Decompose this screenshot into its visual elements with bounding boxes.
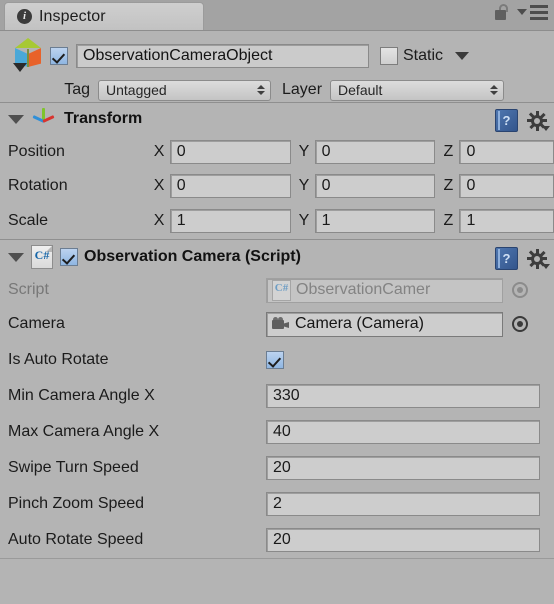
camera-object-field[interactable]: Camera (Camera) (266, 311, 503, 337)
rotation-x-input[interactable]: 0 (169, 174, 291, 198)
tag-value: Untagged (106, 82, 167, 98)
help-book-icon[interactable]: ? (495, 247, 518, 270)
position-x-input[interactable]: 0 (169, 140, 291, 164)
scale-z-input[interactable]: 1 (459, 209, 554, 233)
min-camera-angle-x-label: Min Camera Angle X (8, 387, 155, 404)
scale-x-input[interactable]: 1 (169, 209, 291, 233)
camera-value: Camera (Camera) (295, 315, 424, 332)
swipe-turn-speed-input[interactable]: 20 (266, 456, 540, 480)
scale-z-axis-label: Z (443, 212, 454, 229)
pinch-zoom-speed-input[interactable]: 2 (266, 492, 540, 516)
tab-inspector[interactable]: i Inspector (4, 2, 204, 30)
transform-foldout-arrow-icon[interactable] (8, 114, 24, 124)
property-row-pinch-zoom-speed: Pinch Zoom Speed 2 (0, 486, 554, 522)
pinch-zoom-speed-label: Pinch Zoom Speed (8, 495, 145, 512)
scale-x-axis-label: X (153, 212, 165, 229)
rotation-label: Rotation (8, 177, 68, 194)
camera-label: Camera (8, 315, 65, 332)
script-object-field: C# ObservationCamer (266, 277, 503, 303)
transform-header-tools: ? (495, 109, 550, 132)
position-y-axis-label: Y (298, 143, 310, 160)
position-z-input[interactable]: 0 (459, 140, 554, 164)
script-object-picker-icon (512, 282, 528, 298)
min-camera-angle-x-input[interactable]: 330 (266, 384, 540, 408)
csharp-script-icon: C# (31, 245, 53, 269)
help-book-icon[interactable]: ? (495, 109, 518, 132)
transform-position-row: Position X 0 Y 0 Z 0 (0, 135, 554, 169)
info-circle-icon: i (17, 9, 32, 24)
rotation-y-input[interactable]: 0 (314, 174, 436, 198)
gameobject-name-row: ObservationCameraObject Static (0, 37, 554, 75)
gameobject-header: ObservationCameraObject Static Tag Untag… (0, 31, 554, 103)
layer-updown-arrow-icon (490, 85, 499, 95)
is-auto-rotate-checkbox[interactable] (266, 351, 284, 369)
rotation-z-axis-label: Z (443, 177, 454, 194)
auto-rotate-speed-input[interactable]: 20 (266, 528, 540, 552)
tab-bar-tools (495, 4, 548, 20)
observation-camera-foldout-arrow-icon[interactable] (8, 252, 24, 262)
camera-object-picker-icon[interactable] (512, 316, 528, 332)
observation-camera-header[interactable]: C# Observation Camera (Script) ? (0, 240, 554, 274)
unlocked-padlock-icon[interactable] (495, 4, 510, 20)
property-row-min-camera-angle-x: Min Camera Angle X 330 (0, 378, 554, 414)
transform-scale-row: Scale X 1 Y 1 Z 1 (0, 203, 554, 239)
inspector-panel: i Inspector ObservationCameraObject Stat (0, 0, 554, 604)
position-label: Position (8, 143, 65, 160)
transform-rotation-row: Rotation X 0 Y 0 Z 0 (0, 169, 554, 203)
hamburger-menu-icon[interactable] (517, 4, 548, 20)
position-z-axis-label: Z (443, 143, 454, 160)
camera-icon (272, 317, 290, 331)
tab-bar: i Inspector (0, 0, 554, 31)
tag-layer-row: Tag Untagged Layer Default (0, 77, 554, 103)
gameobject-name-input[interactable]: ObservationCameraObject (76, 44, 369, 68)
max-camera-angle-x-label: Max Camera Angle X (8, 423, 160, 440)
static-label: Static (403, 47, 444, 64)
script-value: ObservationCamer (296, 281, 431, 298)
tab-inspector-label: Inspector (39, 7, 106, 25)
gameobject-active-checkbox[interactable] (50, 47, 68, 65)
observation-camera-header-tools: ? (495, 247, 550, 270)
gear-icon[interactable] (527, 248, 550, 269)
script-label: Script (8, 281, 49, 298)
component-transform: Transform ? Position X 0 Y 0 Z 0 Rotatio… (0, 103, 554, 240)
property-row-script: Script C# ObservationCamer (0, 274, 554, 306)
bottom-separator (0, 558, 554, 559)
transform-title: Transform (64, 110, 143, 127)
transform-header[interactable]: Transform ? (0, 103, 554, 135)
position-y-input[interactable]: 0 (314, 140, 436, 164)
auto-rotate-speed-label: Auto Rotate Speed (8, 531, 144, 548)
max-camera-angle-x-input[interactable]: 40 (266, 420, 540, 444)
rotation-x-axis-label: X (153, 177, 165, 194)
csharp-script-icon: C# (272, 279, 291, 301)
property-row-swipe-turn-speed: Swipe Turn Speed 20 (0, 450, 554, 486)
layer-value: Default (338, 82, 383, 98)
swipe-turn-speed-label: Swipe Turn Speed (8, 459, 139, 476)
transform-axis-gizmo-icon (31, 108, 55, 130)
property-row-camera: Camera Camera (Camera) (0, 306, 554, 342)
tag-label: Tag (64, 81, 90, 98)
static-dropdown-arrow-icon[interactable] (455, 52, 470, 60)
rotation-z-input[interactable]: 0 (459, 174, 554, 198)
position-x-axis-label: X (153, 143, 165, 160)
observation-camera-title: Observation Camera (Script) (84, 248, 301, 265)
static-checkbox[interactable] (380, 47, 398, 65)
observation-camera-enabled-checkbox[interactable] (60, 248, 78, 266)
tag-updown-arrow-icon (257, 85, 265, 95)
layer-label: Layer (282, 81, 323, 98)
gameobject-cube-icon[interactable] (8, 36, 50, 76)
layer-dropdown[interactable]: Default (330, 79, 505, 101)
component-observation-camera: C# Observation Camera (Script) ? Script … (0, 240, 554, 559)
scale-label: Scale (8, 212, 49, 229)
scale-y-axis-label: Y (298, 212, 310, 229)
property-row-max-camera-angle-x: Max Camera Angle X 40 (0, 414, 554, 450)
property-row-auto-rotate-speed: Auto Rotate Speed 20 (0, 522, 554, 558)
is-auto-rotate-label: Is Auto Rotate (8, 351, 109, 368)
rotation-y-axis-label: Y (298, 177, 310, 194)
property-row-is-auto-rotate: Is Auto Rotate (0, 342, 554, 378)
gear-icon[interactable] (527, 110, 550, 131)
static-group: Static (380, 47, 470, 65)
tag-dropdown[interactable]: Untagged (98, 79, 271, 101)
scale-y-input[interactable]: 1 (314, 209, 436, 233)
